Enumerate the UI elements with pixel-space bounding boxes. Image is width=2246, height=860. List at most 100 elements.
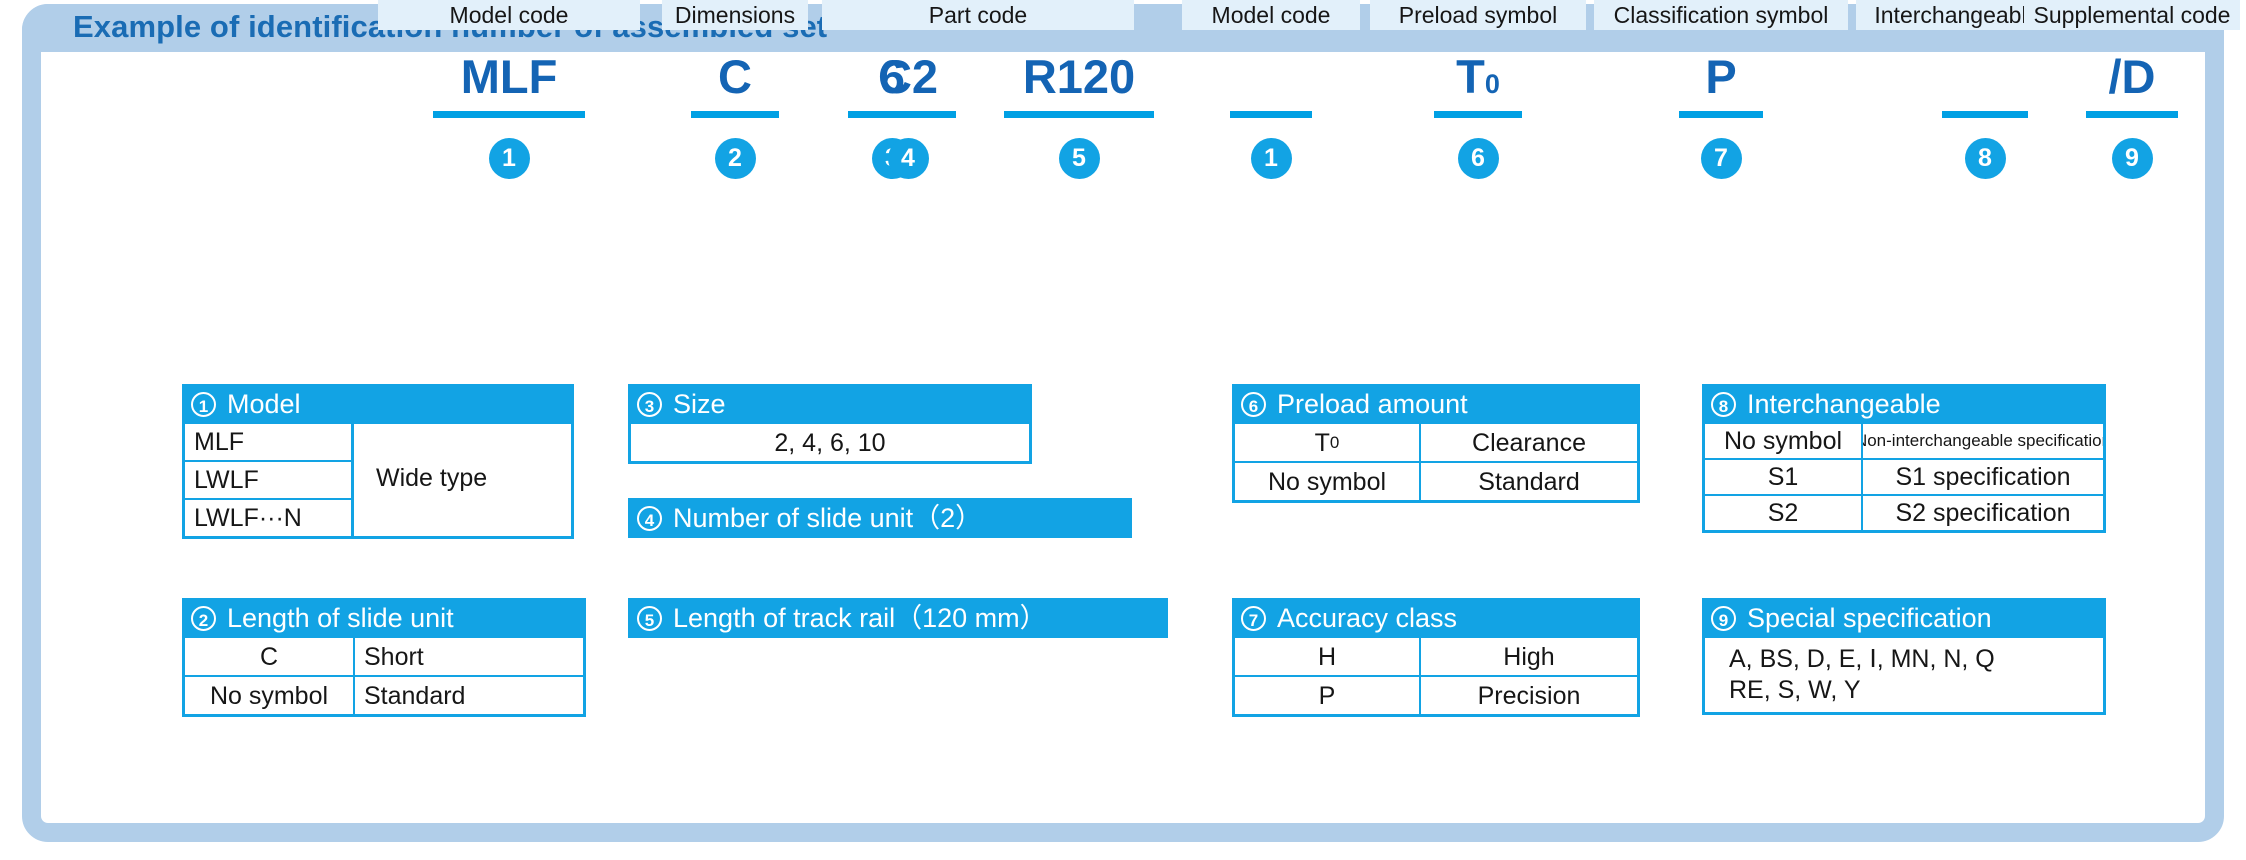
code-segment-value: R120 [1022, 50, 1136, 103]
legend-table-number-of-slide-unit: 4 Number of slide unit（2） [628, 498, 1132, 538]
code-segment-value-main: T [1456, 50, 1485, 103]
legend-table-length-of-track-rail: 5 Length of track rail（120 mm） [628, 598, 1168, 638]
code-segment-underline [860, 111, 956, 118]
legend-table-length-of-slide-unit: 2 Length of slide unit C Short No symbol… [182, 598, 586, 717]
code-segment-number: 9 [2111, 138, 2153, 179]
legend-table-size: 3 Size 2, 4, 6, 10 [628, 384, 1032, 464]
legend-table-body: No symbol Non-interchangeable specificat… [1702, 424, 2106, 533]
table-row: S1 S1 specification [1705, 460, 2103, 496]
legend-symbol: T0 [1235, 424, 1421, 461]
code-segment-number: 2 [714, 138, 756, 179]
legend-symbol: LWLF···N [194, 504, 302, 532]
legend-table-header: 6 Preload amount [1232, 384, 1640, 424]
legend-symbol: S2 [1705, 496, 1863, 530]
code-segment-label: Supplemental code [2024, 0, 2240, 30]
table-row: No symbol Standard [185, 677, 583, 714]
code-segment-preload-symbol: Preload symbol T0 6 [1370, 0, 1586, 179]
legend-table-body: MLF LWLF LWLF···N Wide type [182, 424, 574, 539]
code-segment-underline [1679, 111, 1763, 118]
legend-table-header: 3 Size [628, 384, 1032, 424]
legend-symbol: P [1235, 677, 1421, 714]
legend-table-title: Accuracy class [1277, 603, 1458, 633]
legend-number-badge: 4 [637, 505, 662, 531]
legend-table-header: 1 Model [182, 384, 574, 424]
table-row: MLF [185, 424, 351, 462]
code-segment-value: P [1705, 50, 1737, 103]
code-segment-underline [1004, 111, 1154, 118]
legend-table-title: Interchangeable [1747, 389, 1941, 419]
legend-number-badge: 9 [1711, 605, 1736, 631]
code-segment-number: 4 [887, 138, 929, 179]
code-segment-partcode-c2: . C2 4 [838, 0, 978, 179]
legend-table-header: 9 Special specification [1702, 598, 2106, 638]
legend-table-title: Model [227, 389, 301, 419]
code-segment-label: Model code [378, 0, 640, 30]
legend-number-badge: 1 [191, 391, 216, 417]
legend-table-header: 4 Number of slide unit（2） [628, 498, 1132, 538]
code-segment-value-sub: 0 [1484, 69, 1500, 99]
legend-value: S2 specification [1895, 499, 2071, 527]
code-segment-underline [1230, 111, 1312, 118]
legend-symbol: MLF [194, 428, 244, 456]
code-segment-number: 5 [1058, 138, 1100, 179]
legend-value: S1 specification [1895, 463, 2071, 491]
code-segment-underline [1434, 111, 1522, 118]
identification-number-breakdown: Model code MLF 1 Dimensions C 2 6 3 Part… [0, 0, 2246, 310]
table-row: H High [1235, 638, 1637, 677]
legend-symbol-column: MLF LWLF LWLF···N [185, 424, 351, 536]
legend-value: Short [364, 642, 424, 671]
table-row: LWLF [185, 462, 351, 500]
code-segment-label: Preload symbol [1370, 0, 1586, 30]
table-row: LWLF···N [185, 500, 351, 536]
code-segment-value: MLF [460, 50, 558, 103]
legend-symbol: LWLF [194, 466, 259, 494]
legend-value-block: A, BS, D, E, Ⅰ, MN, N, Q RE, S, W, Y [1705, 638, 2103, 712]
legend-table-model: 1 Model MLF LWLF LWLF···N Wide type [182, 384, 574, 539]
code-segment-value [1182, 46, 1360, 108]
legend-table-title: Number of slide unit（2） [673, 503, 983, 533]
legend-number-badge: 8 [1711, 391, 1736, 417]
code-segment-number: 1 [488, 138, 530, 179]
code-segment-model-code-2: Model code 1 [1182, 0, 1360, 179]
code-segment-number: 7 [1700, 138, 1742, 179]
code-segment-underline [691, 111, 779, 118]
legend-table-title: Length of slide unit [227, 603, 454, 633]
table-row: T0 Clearance [1235, 424, 1637, 463]
legend-value: High [1503, 642, 1555, 671]
legend-table-body: A, BS, D, E, Ⅰ, MN, N, Q RE, S, W, Y [1702, 638, 2106, 715]
legend-table-interchangeable: 8 Interchangeable No symbol Non-intercha… [1702, 384, 2106, 533]
legend-symbol: No symbol [185, 677, 355, 714]
legend-table-header: 2 Length of slide unit [182, 598, 586, 638]
legend-table-header: 5 Length of track rail（120 mm） [628, 598, 1168, 638]
legend-value: Clearance [1472, 428, 1586, 457]
legend-merged-value: Wide type [376, 463, 488, 492]
legend-number-badge: 5 [637, 605, 662, 631]
code-segment-value: /D [2108, 50, 2156, 103]
code-segment-label: Model code [1182, 0, 1360, 30]
code-segment-value: C [718, 50, 752, 103]
code-segment-partcode-r120: . R120 5 [982, 0, 1176, 179]
code-segment-model-code: Model code MLF 1 [378, 0, 640, 179]
code-segment-supplemental-code: Supplemental code /D 9 [2024, 0, 2240, 179]
legend-table-title: Special specification [1747, 603, 1992, 633]
legend-number-badge: 7 [1241, 605, 1266, 631]
legend-table-header: 8 Interchangeable [1702, 384, 2106, 424]
legend-table-body: H High P Precision [1232, 638, 1640, 717]
code-segment-number: 6 [1457, 138, 1499, 179]
table-row: P Precision [1235, 677, 1637, 714]
table-row: S2 S2 specification [1705, 496, 2103, 530]
legend-table-title: Size [673, 389, 726, 419]
legend-value: 2, 4, 6, 10 [774, 428, 886, 457]
legend-value: Non-interchangeable specification [1863, 431, 2103, 450]
legend-value-line-2: RE, S, W, Y [1729, 676, 1861, 704]
code-segment-underline [1942, 111, 2028, 118]
legend-symbol: C [185, 638, 355, 675]
legend-value: Standard [364, 681, 466, 710]
legend-symbol: H [1235, 638, 1421, 675]
legend-symbol: S1 [1705, 460, 1863, 494]
code-segment-underline [2086, 111, 2178, 118]
code-segment-number: 1 [1250, 138, 1292, 179]
code-segment-classification-symbol: Classification symbol P 7 [1594, 0, 1848, 179]
legend-table-title: Length of track rail（120 mm） [673, 603, 1047, 633]
legend-number-badge: 6 [1241, 391, 1266, 417]
